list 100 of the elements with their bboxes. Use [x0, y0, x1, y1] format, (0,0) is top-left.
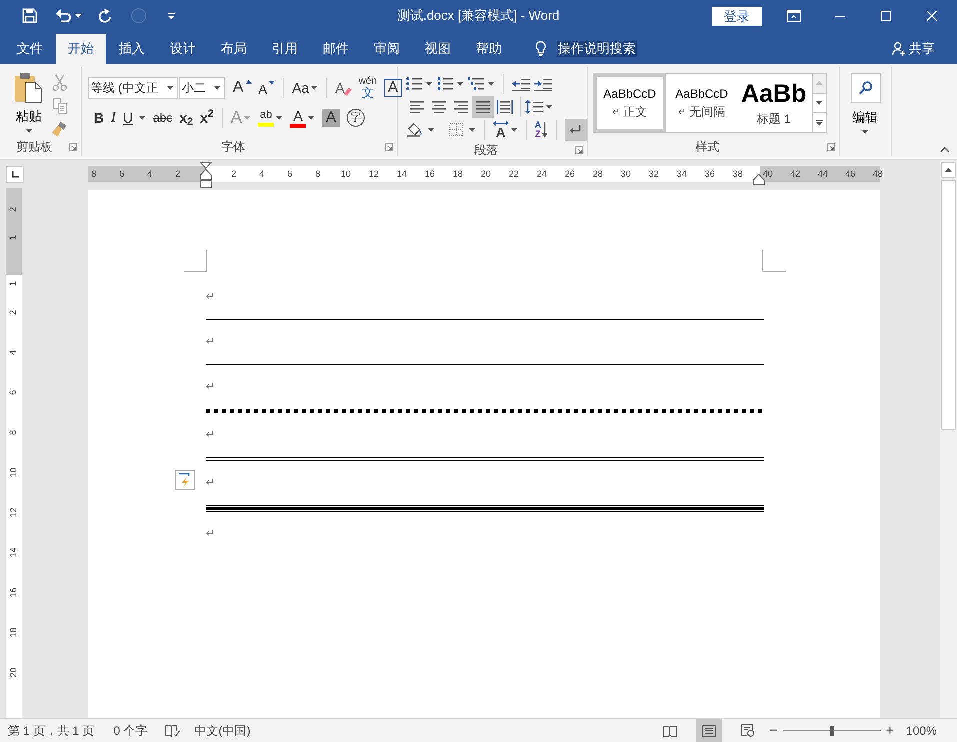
- caret-icon: [426, 82, 433, 86]
- caret-icon: [546, 105, 553, 109]
- align-button[interactable]: [472, 96, 494, 118]
- clear-formatting-button[interactable]: A: [332, 77, 355, 99]
- ruler-number: 40: [762, 168, 774, 181]
- caret-icon: [862, 130, 869, 134]
- search-icon: [850, 73, 880, 103]
- return-arrow-icon: [570, 124, 582, 136]
- ribbon-tab[interactable]: 插入: [107, 34, 157, 64]
- paragraph-mark: ↵: [206, 380, 215, 395]
- zoom-slider[interactable]: [783, 724, 882, 736]
- ribbon-tab[interactable]: 帮助: [464, 34, 514, 64]
- zoom-out-button[interactable]: −: [770, 720, 778, 741]
- style-item[interactable]: AaBb 标题 1: [738, 74, 810, 132]
- caret-icon: [75, 14, 82, 18]
- dialog-launcher-icon[interactable]: [69, 143, 77, 151]
- ruler-number: 16: [7, 588, 20, 598]
- style-item[interactable]: AaBbCcD ↵ 正文: [594, 74, 666, 132]
- italic-button[interactable]: I: [108, 107, 120, 129]
- style-item[interactable]: AaBbCcD ↵ 无间隔: [666, 74, 738, 132]
- sort-button[interactable]: A Z: [534, 119, 548, 141]
- font-color-button[interactable]: A: [287, 107, 318, 129]
- numbered-list-icon[interactable]: [437, 77, 453, 91]
- ribbon-tab[interactable]: 视图: [413, 34, 463, 64]
- dialog-launcher-icon[interactable]: [385, 143, 393, 151]
- ribbon-display-icon: [787, 10, 801, 22]
- share-button[interactable]: 共享: [892, 34, 935, 64]
- superscript-button[interactable]: x$^{2}$: [197, 107, 217, 129]
- paragraph-mark: ↵: [206, 476, 215, 491]
- ribbon-tab[interactable]: 开始: [56, 34, 106, 64]
- customize-icon[interactable]: [167, 12, 176, 20]
- paragraph-mark: ↵: [206, 290, 215, 305]
- slider-thumb[interactable]: [830, 726, 834, 736]
- caret-icon: [26, 129, 32, 133]
- asian-layout-button[interactable]: A: [492, 119, 518, 141]
- lightbulb-icon[interactable]: [535, 41, 547, 57]
- up-triangle-icon: [816, 81, 823, 86]
- dialog-launcher-icon[interactable]: [575, 146, 583, 154]
- view-button[interactable]: [696, 719, 722, 742]
- language-indicator[interactable]: 中文(中国): [194, 722, 251, 740]
- strikethrough-button[interactable]: abc: [150, 107, 176, 129]
- grow-font-button[interactable]: A: [230, 77, 255, 99]
- zoom-percent[interactable]: 100%: [906, 722, 937, 740]
- web-page-icon: [740, 724, 755, 737]
- ruler-number: 38: [732, 168, 744, 181]
- paste-button[interactable]: 粘贴: [12, 72, 46, 138]
- borders-icon[interactable]: [448, 123, 465, 137]
- ribbon-tab[interactable]: 邮件: [311, 34, 361, 64]
- multilevel-list-icon[interactable]: [468, 77, 484, 91]
- lightning-icon[interactable]: [175, 470, 195, 490]
- underline-button[interactable]: U: [120, 107, 150, 129]
- tell-me-search[interactable]: 操作说明搜索: [557, 41, 637, 57]
- ribbon-tab[interactable]: 审阅: [362, 34, 412, 64]
- ribbon-tab[interactable]: 设计: [158, 34, 208, 64]
- ruler-number: 14: [396, 168, 408, 181]
- font-name-dropdown[interactable]: 等线 (中文正: [88, 77, 178, 99]
- scrollbar-thumb[interactable]: [941, 180, 956, 430]
- shrink-font-button[interactable]: A: [256, 77, 278, 99]
- bullet-list-icon[interactable]: [406, 77, 422, 91]
- bold-button[interactable]: B: [91, 107, 108, 129]
- indent-marker-icon[interactable]: [200, 162, 212, 189]
- group-label: 剪贴板: [16, 139, 54, 156]
- subscript-button[interactable]: x$_{2}$: [176, 107, 196, 129]
- ruler-number: 24: [536, 168, 548, 181]
- editing-button[interactable]: 编辑: [850, 73, 880, 138]
- brush-icon[interactable]: [52, 120, 68, 138]
- save-icon[interactable]: [22, 8, 38, 24]
- ruler-number: 2: [7, 208, 20, 212]
- collapse-ribbon-icon[interactable]: [940, 147, 950, 153]
- ruler-number: 4: [7, 350, 20, 356]
- ribbon-tab[interactable]: 布局: [209, 34, 259, 64]
- change-case-button[interactable]: Aa: [289, 77, 322, 99]
- dialog-launcher-icon[interactable]: [827, 143, 835, 151]
- highlight-button[interactable]: ab: [255, 107, 286, 129]
- ruler-number: 20: [7, 668, 20, 678]
- ruler-number: 16: [424, 168, 436, 181]
- ruler-number: 1: [7, 282, 20, 286]
- proofing-icon[interactable]: [164, 724, 181, 738]
- zoom-in-button[interactable]: +: [886, 720, 894, 741]
- font-size-dropdown[interactable]: 小二: [179, 77, 225, 99]
- login-button[interactable]: 登录: [712, 6, 762, 26]
- group-label: 样式: [694, 139, 720, 156]
- paragraph-mark: ↵: [206, 428, 215, 443]
- ruler-number: 14: [7, 548, 20, 558]
- increase-indent-icon[interactable]: [534, 77, 552, 91]
- tab-selector-button[interactable]: [6, 166, 24, 182]
- right-indent-marker-icon[interactable]: [753, 174, 765, 185]
- paint-bucket-icon[interactable]: [406, 123, 424, 137]
- decrease-indent-icon[interactable]: [512, 77, 530, 91]
- undo-icon[interactable]: [56, 9, 72, 23]
- caret-icon: [311, 86, 318, 90]
- phonetic-guide-button[interactable]: wén 文: [356, 77, 380, 99]
- scroll-up-button[interactable]: [941, 162, 956, 178]
- ribbon-tab[interactable]: 引用: [260, 34, 310, 64]
- ruler-number: 8: [90, 168, 98, 181]
- redo-icon[interactable]: [98, 8, 113, 24]
- ruler-number: 42: [789, 168, 802, 181]
- ribbon-tab[interactable]: 文件: [5, 34, 55, 64]
- show-marks-button[interactable]: [565, 119, 587, 141]
- line-spacing-icon[interactable]: [525, 100, 543, 114]
